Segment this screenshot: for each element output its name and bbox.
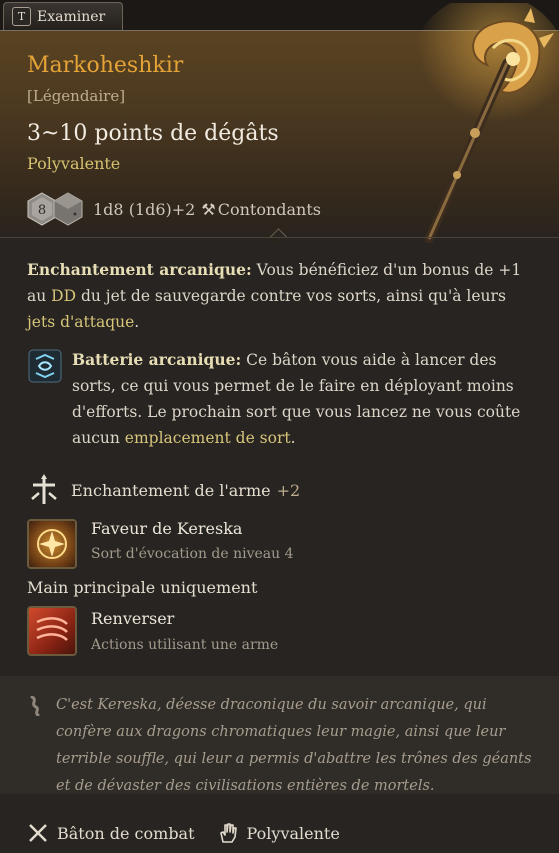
- d6-die-icon: [53, 192, 83, 226]
- main-hand-only-label: Main principale uniquement: [27, 578, 258, 597]
- arcane-enchantment-title: Enchantement arcanique:: [27, 260, 252, 279]
- dc-keyword[interactable]: DD: [51, 287, 76, 305]
- desc-text: du jet de sauvegarde contre vos sorts, a…: [76, 287, 506, 305]
- spell-slot-keyword[interactable]: emplacement de sort: [125, 429, 291, 447]
- tooltip-header: Markoheshkir [Légendaire] 3~10 points de…: [0, 3, 559, 243]
- desc-text: au: [27, 287, 52, 305]
- header-divider: [0, 237, 559, 238]
- desc-text: .: [290, 429, 296, 447]
- damage-dice-row: 8 1d8 (1d6)+2 ⚒ Contondants: [27, 191, 321, 227]
- action-icon-topple[interactable]: [27, 606, 77, 656]
- topple-icon: [36, 617, 68, 641]
- lore-icon: [30, 696, 40, 716]
- arcane-enchantment-description: Enchantement arcanique: Vous bénéficiez …: [27, 257, 532, 335]
- hand-icon: [219, 823, 237, 843]
- weapon-type-label: Bâton de combat: [57, 823, 195, 843]
- item-tooltip: Markoheshkir [Légendaire] 3~10 points de…: [0, 3, 559, 853]
- damage-range: 3~10 points de dégâts: [27, 121, 279, 146]
- weapon-enchantment-row: Enchantement de l'arme +2: [27, 473, 300, 507]
- hammer-icon: ⚒: [201, 199, 216, 219]
- arcane-battery-icon: [28, 349, 62, 383]
- examine-label: Examiner: [37, 8, 106, 25]
- weapon-enchant-icon: [31, 474, 57, 504]
- weapon-enchantment-label: Enchantement de l'arme: [71, 480, 271, 500]
- crossed-staves-icon: [29, 824, 47, 842]
- damage-type: Contondants: [217, 199, 321, 219]
- examine-tab[interactable]: T Examiner: [3, 2, 123, 30]
- weapon-property: Polyvalente: [27, 154, 121, 173]
- spell-subtitle: Sort d'évocation de niveau 4: [91, 546, 294, 562]
- item-name: Markoheshkir: [27, 53, 184, 78]
- bonus-value: +1: [498, 261, 522, 279]
- action-name[interactable]: Renverser: [91, 609, 174, 628]
- attack-roll-keyword[interactable]: jets d'attaque: [27, 313, 134, 331]
- keybind-badge: T: [12, 7, 31, 26]
- damage-dice: 1d8 (1d6)+2: [93, 199, 196, 219]
- item-rarity: [Légendaire]: [27, 87, 126, 105]
- staff-item-icon: [409, 3, 559, 243]
- flavor-text: C'est Kereska, déesse draconique du savo…: [56, 697, 532, 794]
- action-subtitle: Actions utilisant une arme: [91, 637, 279, 653]
- desc-text: Vous bénéficiez d'un bonus de: [251, 261, 499, 279]
- desc-text: .: [134, 313, 140, 331]
- footer-tags: Bâton de combat Polyvalente: [27, 822, 340, 844]
- spell-name[interactable]: Faveur de Kereska: [91, 519, 242, 538]
- die-value: 8: [38, 203, 46, 218]
- spell-icon-favour-of-kereska[interactable]: [27, 519, 77, 569]
- arcane-battery-description: Batterie arcanique: Ce bâton vous aide à…: [72, 347, 542, 451]
- flavor-section: C'est Kereska, déesse draconique du savo…: [0, 676, 559, 794]
- footer-property-label: Polyvalente: [246, 823, 340, 843]
- sun-sigil-icon: [37, 529, 67, 559]
- weapon-enchantment-bonus: +2: [276, 480, 301, 500]
- arcane-battery-title: Batterie arcanique:: [72, 350, 242, 369]
